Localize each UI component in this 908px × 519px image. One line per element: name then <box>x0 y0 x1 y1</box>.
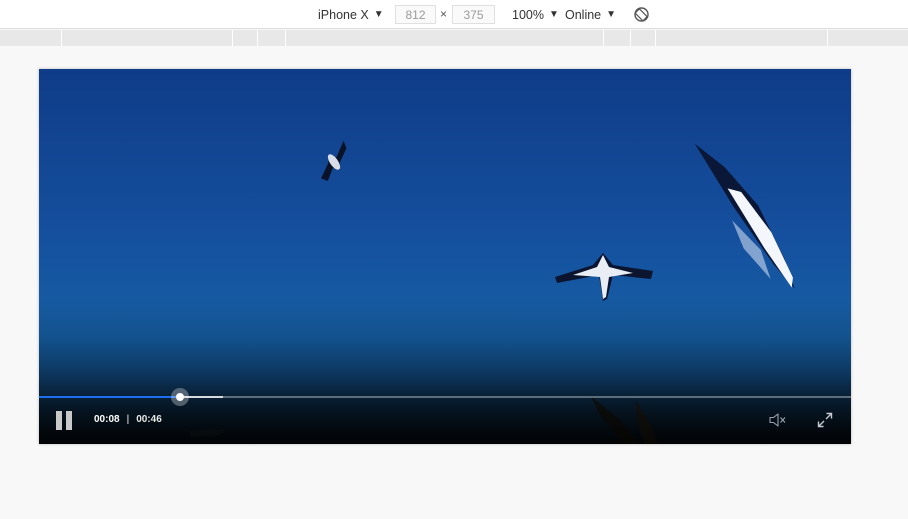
ruler-divider <box>630 30 631 46</box>
progress-bar[interactable] <box>39 388 851 406</box>
caret-down-icon: ▼ <box>373 9 384 20</box>
video-player[interactable]: 00:08 | 00:46 <box>39 69 851 444</box>
time-display: 00:08 | 00:46 <box>94 414 162 425</box>
fullscreen-icon[interactable] <box>817 412 833 428</box>
device-label: iPhone X <box>318 7 369 22</box>
device-select[interactable]: iPhone X ▼ <box>318 0 384 29</box>
pause-button[interactable] <box>55 411 75 431</box>
caret-down-icon: ▼ <box>606 9 617 20</box>
rotate-icon[interactable] <box>633 6 650 23</box>
height-input[interactable]: 375 <box>452 5 495 24</box>
dimension-separator: × <box>440 7 448 21</box>
width-input[interactable]: 812 <box>395 5 436 24</box>
duration: 00:46 <box>136 414 162 425</box>
mute-icon[interactable] <box>769 412 787 428</box>
ruler-divider <box>285 30 286 46</box>
bird-small <box>321 140 347 182</box>
time-separator: | <box>126 414 130 425</box>
throttling-label: Online <box>565 7 602 22</box>
ruler-divider <box>61 30 62 46</box>
current-time: 00:08 <box>94 414 120 425</box>
ruler-divider <box>655 30 656 46</box>
pause-icon-bar <box>66 411 72 430</box>
bird-diving <box>694 143 795 289</box>
bird-center <box>555 253 653 301</box>
ruler-divider <box>232 30 233 46</box>
progress-played <box>39 396 180 398</box>
pause-icon <box>56 411 62 430</box>
ruler-divider <box>257 30 258 46</box>
device-toolbar: iPhone X ▼ 812 × 375 100% ▼ Online ▼ <box>0 0 908 29</box>
media-query-bar[interactable] <box>0 30 908 46</box>
zoom-select[interactable]: 100% ▼ <box>512 0 559 29</box>
throttling-select[interactable]: Online ▼ <box>565 0 616 29</box>
progress-thumb[interactable] <box>176 393 184 401</box>
ruler-divider <box>603 30 604 46</box>
caret-down-icon: ▼ <box>548 9 559 20</box>
zoom-label: 100% <box>512 7 544 22</box>
ruler-divider <box>827 30 828 46</box>
